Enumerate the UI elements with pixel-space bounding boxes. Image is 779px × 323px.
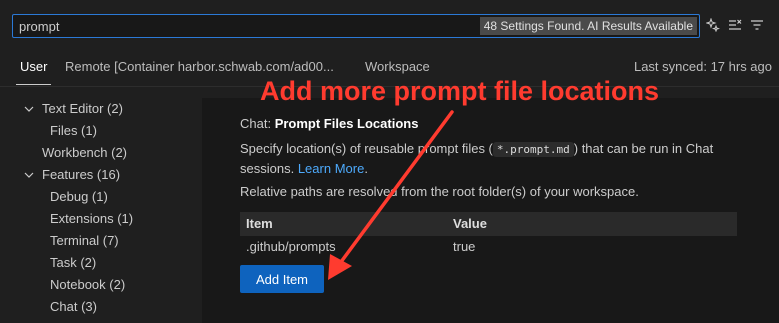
- annotation-arrow-icon: [328, 110, 454, 280]
